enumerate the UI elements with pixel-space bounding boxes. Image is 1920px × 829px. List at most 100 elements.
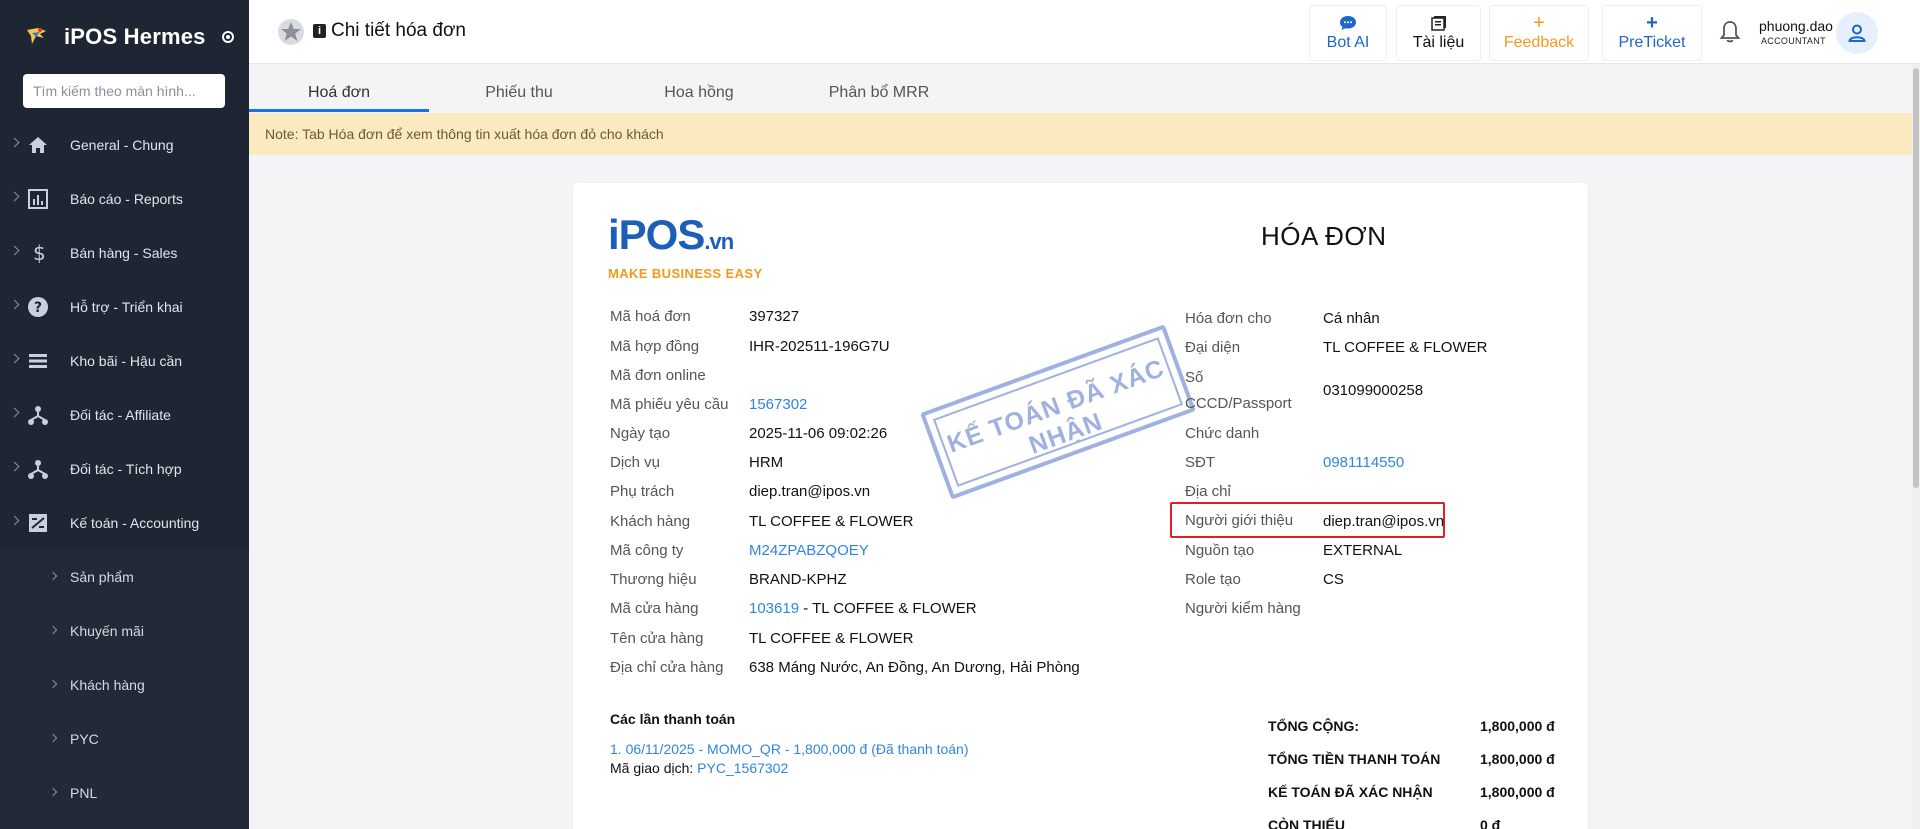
chevron-right-icon bbox=[9, 515, 20, 526]
tab-mrr-allocation[interactable]: Phân bổ MRR bbox=[789, 74, 969, 112]
store-id-label: Mã cửa hàng bbox=[610, 600, 699, 617]
sidebar-subitem-pyc[interactable]: PYC bbox=[0, 712, 249, 766]
representative-value: TL COFFEE & FLOWER bbox=[1323, 339, 1488, 356]
sidebar-item-warehouse[interactable]: Kho bãi - Hậu cần bbox=[0, 334, 249, 388]
radio-indicator-icon[interactable] bbox=[221, 31, 234, 43]
sidebar-item-affiliate[interactable]: Đối tác - Affiliate bbox=[0, 388, 249, 442]
logo-tagline: MAKE BUSINESS EASY bbox=[608, 266, 763, 281]
preticket-button[interactable]: + PreTicket bbox=[1602, 5, 1702, 61]
request-id-link[interactable]: 1567302 bbox=[749, 396, 807, 413]
brand-label: Thương hiệu bbox=[610, 571, 697, 588]
network-icon bbox=[28, 460, 48, 479]
invoice-card: iPOS.vn MAKE BUSINESS EASY HÓA ĐƠN Mã ho… bbox=[573, 183, 1588, 829]
top-header: i Chi tiết hóa đơn Bot AI Tài liệu + Fee… bbox=[249, 0, 1920, 64]
company-id-link[interactable]: M24ZPABZQOEY bbox=[749, 542, 869, 559]
role-value: CS bbox=[1323, 571, 1344, 588]
total-label: TỔNG CỘNG: bbox=[1268, 718, 1359, 734]
sidebar-subitem-promotions[interactable]: Khuyến mãi bbox=[0, 604, 249, 658]
invoice-for-value: Cá nhân bbox=[1323, 310, 1380, 327]
sidebar-search-input[interactable] bbox=[23, 74, 225, 108]
sidebar-item-label: Báo cáo - Reports bbox=[70, 191, 183, 207]
sidebar-item-label: Kế toán - Accounting bbox=[70, 515, 200, 531]
referrer-highlight-box bbox=[1170, 502, 1445, 538]
store-name-value: TL COFFEE & FLOWER bbox=[749, 630, 914, 647]
bell-icon[interactable] bbox=[1719, 20, 1741, 44]
sidebar: iPOS Hermes General - Chung Báo cáo - Re… bbox=[0, 0, 249, 829]
brand[interactable]: iPOS Hermes bbox=[24, 22, 234, 52]
invoice-id-value: 397327 bbox=[749, 308, 800, 325]
tab-commission[interactable]: Hoa hồng bbox=[609, 74, 789, 112]
owner-label: Phụ trách bbox=[610, 483, 675, 500]
avatar[interactable] bbox=[1836, 12, 1878, 54]
feedback-label: Feedback bbox=[1503, 34, 1575, 51]
chevron-right-icon bbox=[9, 461, 20, 472]
sidebar-item-general[interactable]: General - Chung bbox=[0, 118, 249, 172]
phone-link[interactable]: 0981114550 bbox=[1323, 454, 1404, 471]
payment-entry-link[interactable]: 1. 06/11/2025 - MOMO_QR - 1,800,000 đ (Đ… bbox=[610, 741, 969, 757]
docs-button[interactable]: Tài liệu bbox=[1396, 5, 1481, 61]
scrollbar-thumb[interactable] bbox=[1913, 68, 1919, 488]
hermes-logo-icon bbox=[27, 28, 46, 44]
service-value: HRM bbox=[749, 454, 784, 471]
payments-title: Các lần thanh toán bbox=[610, 711, 736, 727]
sidebar-item-sales[interactable]: $ Bán hàng - Sales bbox=[0, 226, 249, 280]
brand-name: iPOS Hermes bbox=[64, 24, 206, 49]
store-address-value: 638 Máng Nước, An Đồng, An Dương, Hải Ph… bbox=[749, 659, 1080, 676]
chevron-right-icon bbox=[48, 679, 58, 689]
invoice-tabs: Hoá đơn Phiếu thu Hoa hồng Phân bổ MRR bbox=[249, 74, 1914, 112]
sidebar-item-reports[interactable]: Báo cáo - Reports bbox=[0, 172, 249, 226]
role-label: Role tạo bbox=[1185, 571, 1241, 588]
phone-label: SĐT bbox=[1185, 454, 1215, 471]
sidebar-subitem-pnl[interactable]: PNL bbox=[0, 766, 249, 820]
plus-icon: + bbox=[1533, 11, 1545, 34]
accounting-confirmed-label: KẾ TOÁN ĐÃ XÁC NHẬN bbox=[1268, 784, 1433, 800]
feedback-button[interactable]: + Feedback bbox=[1489, 5, 1589, 61]
address-label: Địa chỉ bbox=[1185, 483, 1231, 500]
tab-invoice[interactable]: Hoá đơn bbox=[249, 74, 429, 112]
sidebar-subitem-label: Khách hàng bbox=[70, 677, 145, 693]
chevron-right-icon bbox=[9, 245, 20, 256]
request-id-label: Mã phiếu yêu cầu bbox=[610, 396, 729, 413]
sidebar-item-support[interactable]: ? Hỗ trợ - Triển khai bbox=[0, 280, 249, 334]
position-label: Chức danh bbox=[1185, 425, 1260, 442]
transaction-code-link[interactable]: PYC_1567302 bbox=[697, 760, 788, 776]
store-id-link[interactable]: 103619 bbox=[749, 600, 799, 617]
book-icon bbox=[1430, 14, 1448, 32]
sidebar-item-integration[interactable]: Đối tác - Tích hợp bbox=[0, 442, 249, 496]
store-id-value: 103619 - TL COFFEE & FLOWER bbox=[749, 600, 977, 617]
chevron-right-icon bbox=[9, 191, 20, 202]
sidebar-item-accounting[interactable]: Kế toán - Accounting bbox=[0, 496, 249, 550]
total-value: 1,800,000 đ bbox=[1480, 718, 1555, 734]
transaction-code: Mã giao dịch: PYC_1567302 bbox=[610, 760, 789, 776]
bot-ai-label: Bot AI bbox=[1326, 34, 1370, 51]
store-address-label: Địa chỉ cửa hàng bbox=[610, 659, 724, 676]
chevron-right-icon bbox=[9, 353, 20, 364]
contract-id-label: Mã hợp đồng bbox=[610, 338, 700, 355]
created-date-value: 2025-11-06 09:02:26 bbox=[749, 425, 888, 442]
tab-receipt[interactable]: Phiếu thu bbox=[429, 74, 609, 112]
svg-text:?: ? bbox=[34, 300, 42, 316]
svg-text:$: $ bbox=[33, 242, 46, 264]
chevron-right-icon bbox=[9, 299, 20, 310]
sidebar-item-label: Bán hàng - Sales bbox=[70, 245, 178, 261]
id-number-label-2: CCCD/Passport bbox=[1185, 395, 1292, 412]
remaining-label: CÒN THIẾU bbox=[1268, 817, 1345, 829]
id-number-label-1: Số bbox=[1185, 369, 1204, 386]
company-id-label: Mã công ty bbox=[610, 542, 684, 559]
store-name-label: Tên cửa hàng bbox=[610, 630, 704, 647]
sidebar-subitem-customers[interactable]: Khách hàng bbox=[0, 658, 249, 712]
note-banner: Note: Tab Hóa đơn để xem thông tin xuất … bbox=[249, 113, 1914, 155]
sidebar-subitem-products[interactable]: Sản phẩm bbox=[0, 550, 249, 604]
user-name[interactable]: phuong.dao bbox=[1759, 18, 1833, 34]
bot-ai-button[interactable]: Bot AI bbox=[1309, 5, 1387, 61]
representative-label: Đại diện bbox=[1185, 339, 1241, 356]
chevron-right-icon bbox=[9, 407, 20, 418]
inspector-label: Người kiểm hàng bbox=[1185, 600, 1301, 617]
help-icon: ? bbox=[28, 297, 48, 317]
chevron-right-icon bbox=[9, 137, 20, 148]
sidebar-item-label: Đối tác - Affiliate bbox=[70, 407, 171, 423]
source-label: Nguồn tạo bbox=[1185, 542, 1255, 559]
owner-value: diep.tran@ipos.vn bbox=[749, 483, 871, 500]
docs-label: Tài liệu bbox=[1412, 34, 1465, 51]
invoice-id-label: Mã hoá đơn bbox=[610, 308, 691, 325]
